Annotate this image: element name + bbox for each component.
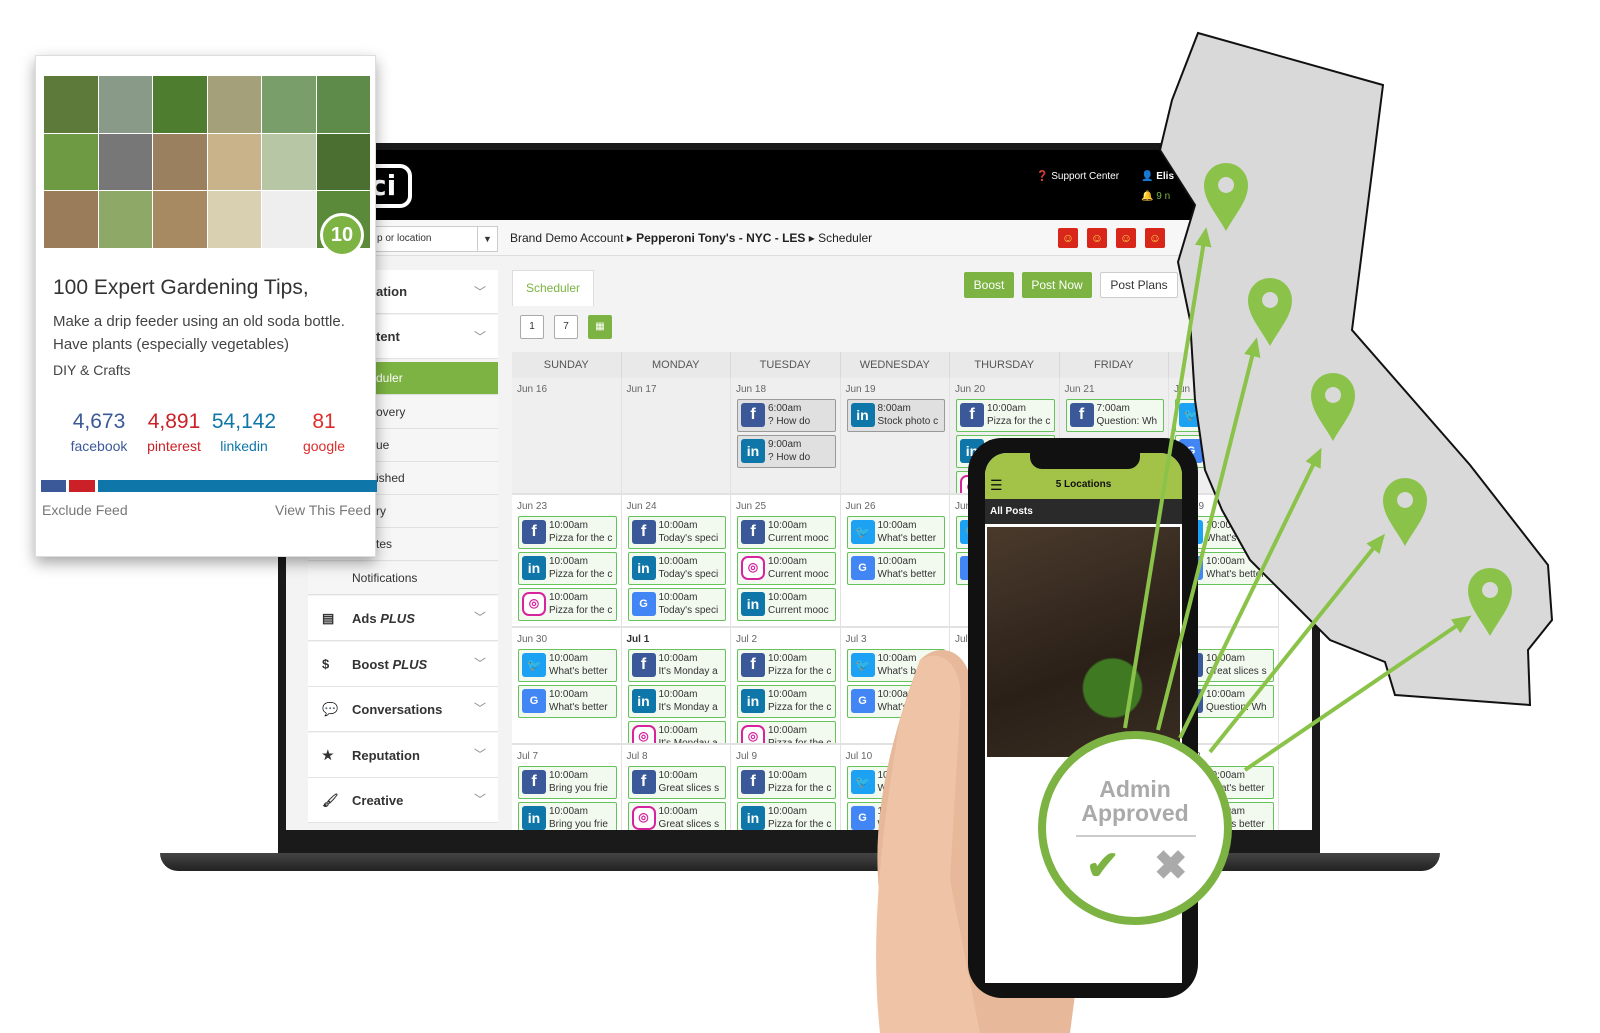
phone-notch [1030,453,1140,469]
phone-locations-title: 5 Locations [1055,479,1112,490]
collage-tile [262,191,316,248]
stat-google: 81 google [302,410,346,454]
exclude-feed-link[interactable]: Exclude Feed [42,502,128,518]
x-icon[interactable]: ✖ [1154,843,1188,889]
card-category: DIY & Crafts [53,362,131,378]
collage-tile [44,76,98,133]
share-distribution-bar [41,480,377,492]
phone-header: ☰ 5 Locations [985,453,1182,499]
divider [1076,835,1196,837]
stat-linkedin: 54,142 linkedin [211,410,277,454]
admin-approval-badge: Admin Approved ✔ ✖ [1038,731,1232,925]
collage-tile [207,191,261,248]
check-icon[interactable]: ✔ [1086,843,1120,889]
admin-approved-label: Admin Approved [1081,776,1189,826]
bar-facebook [41,480,66,492]
stat-facebook: 4,673 facebook [70,410,128,454]
collage-tile [153,133,207,191]
collage-tile [262,76,316,133]
phone-all-posts-bar[interactable]: All Posts [985,499,1182,524]
collage-tile [98,191,152,248]
gardening-photo [987,527,1180,757]
gardening-collage-image [44,76,370,248]
count-badge: 10 [320,213,364,257]
collage-tile [316,76,370,133]
bar-linkedin [98,480,377,492]
collage-tile [153,76,207,133]
collage-tile [207,76,261,133]
card-title[interactable]: 100 Expert Gardening Tips, [53,276,309,300]
card-description: Make a drip feeder using an old soda bot… [53,313,345,353]
stat-pinterest: 4,891 pinterest [147,410,201,454]
collage-tile [44,133,98,191]
collage-tile [316,133,370,191]
thumb [876,655,980,1033]
collage-tile [98,76,152,133]
content-card: 10 100 Expert Gardening Tips, Make a dri… [35,55,377,557]
bar-pinterest [69,480,95,492]
collage-tile [262,133,316,191]
collage-tile [207,133,261,191]
collage-tile [44,191,98,248]
collage-tile [153,191,207,248]
view-feed-link[interactable]: View This Feed [275,502,371,518]
collage-tile [98,133,152,191]
